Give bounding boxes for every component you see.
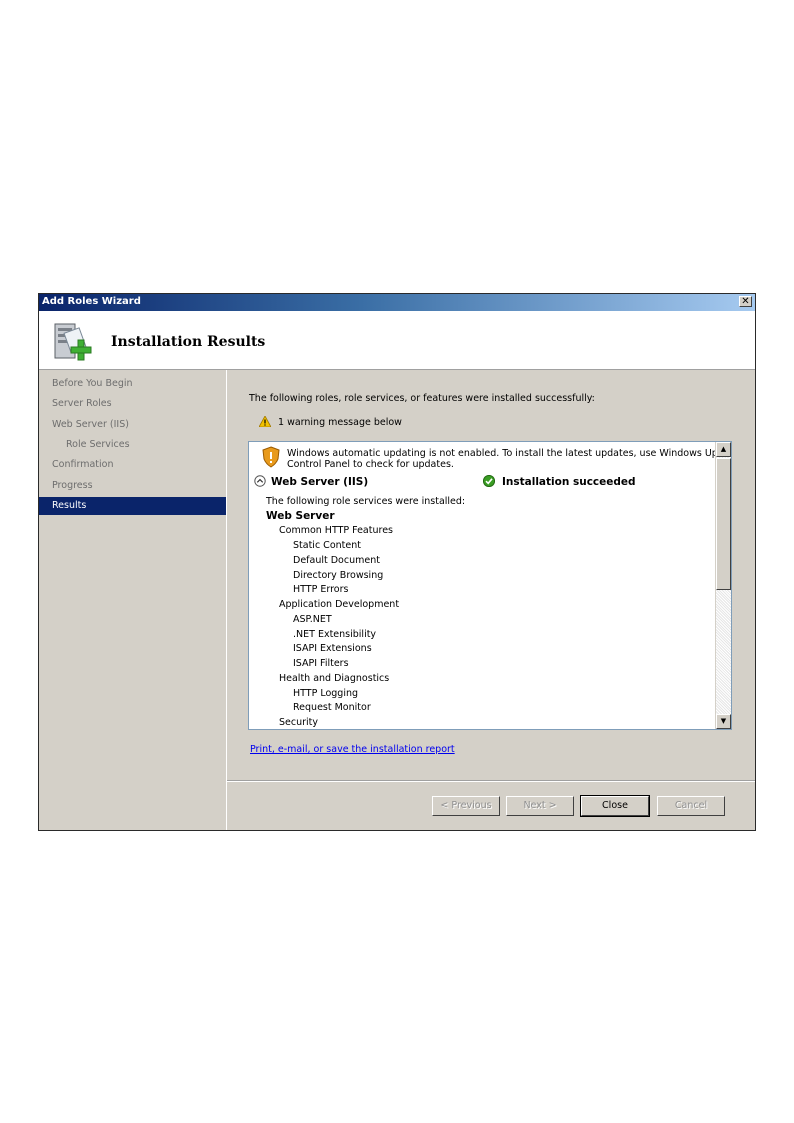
page-title: Installation Results — [111, 334, 266, 350]
role-name: Web Server (IIS) — [271, 476, 369, 488]
shield-warning-icon — [262, 446, 280, 468]
window-title: Add Roles Wizard — [42, 296, 141, 307]
warning-icon — [259, 416, 271, 427]
nav-item-results[interactable]: Results — [39, 497, 226, 515]
service-item: Default Document — [293, 555, 380, 566]
success-check-icon — [483, 475, 495, 487]
service-item: Application Development — [279, 599, 400, 610]
close-icon: ✕ — [741, 296, 750, 307]
nav-item-role-services[interactable]: Role Services — [39, 436, 226, 454]
close-button[interactable]: Close — [580, 795, 650, 817]
server-add-icon — [54, 323, 92, 361]
scroll-up-icon: ▲ — [720, 445, 727, 453]
service-item: Security — [279, 717, 319, 728]
button-separator — [227, 780, 755, 782]
vertical-scrollbar[interactable]: ▲ ▼ — [715, 442, 731, 729]
service-item: ISAPI Filters — [293, 658, 349, 669]
update-warning-line2: Control Panel to check for updates. — [287, 459, 454, 470]
scroll-up-button[interactable]: ▲ — [716, 442, 731, 457]
service-item: ISAPI Extensions — [293, 643, 372, 654]
scroll-down-icon: ▼ — [720, 717, 727, 725]
nav-item-confirmation[interactable]: Confirmation — [39, 456, 226, 474]
nav-item-server-roles[interactable]: Server Roles — [39, 395, 226, 413]
results-panel: The following roles, role services, or f… — [227, 370, 755, 830]
service-item: .NET Extensibility — [293, 629, 377, 640]
cancel-button[interactable]: Cancel — [657, 796, 725, 816]
service-item: ASP.NET — [293, 614, 332, 625]
add-roles-wizard-window: Add Roles Wizard ✕ Installation Results … — [38, 293, 756, 831]
installed-heading: The following role services were install… — [266, 496, 466, 507]
nav-item-before-you-begin[interactable]: Before You Begin — [39, 375, 226, 393]
service-item: Health and Diagnostics — [279, 673, 390, 684]
title-bar[interactable]: Add Roles Wizard ✕ — [39, 294, 755, 311]
service-item: HTTP Errors — [293, 584, 349, 595]
role-status: Installation succeeded — [502, 476, 636, 488]
warning-count-text: 1 warning message below — [278, 417, 402, 428]
service-item: HTTP Logging — [293, 688, 359, 699]
scroll-down-button[interactable]: ▼ — [716, 714, 731, 729]
next-button[interactable]: Next > — [506, 796, 574, 816]
wizard-navigation: Before You Begin Server Roles Web Server… — [39, 370, 227, 830]
scroll-thumb[interactable] — [716, 458, 731, 590]
collapse-icon[interactable] — [254, 475, 266, 487]
service-item: Static Content — [293, 540, 361, 551]
previous-button[interactable]: < Previous — [432, 796, 500, 816]
service-item: Request Monitor — [293, 702, 371, 713]
service-item: Web Server — [266, 510, 335, 522]
service-item: Directory Browsing — [293, 570, 384, 581]
service-item: Common HTTP Features — [279, 525, 393, 536]
intro-text: The following roles, role services, or f… — [249, 393, 595, 404]
wizard-header: Installation Results — [39, 311, 755, 370]
nav-item-progress[interactable]: Progress — [39, 477, 226, 495]
close-window-button[interactable]: ✕ — [739, 296, 752, 307]
results-list[interactable]: Windows automatic updating is not enable… — [248, 441, 732, 730]
update-warning-line1: Windows automatic updating is not enable… — [287, 448, 732, 459]
nav-item-web-server-iis[interactable]: Web Server (IIS) — [39, 416, 226, 434]
installation-report-link[interactable]: Print, e-mail, or save the installation … — [250, 744, 455, 755]
